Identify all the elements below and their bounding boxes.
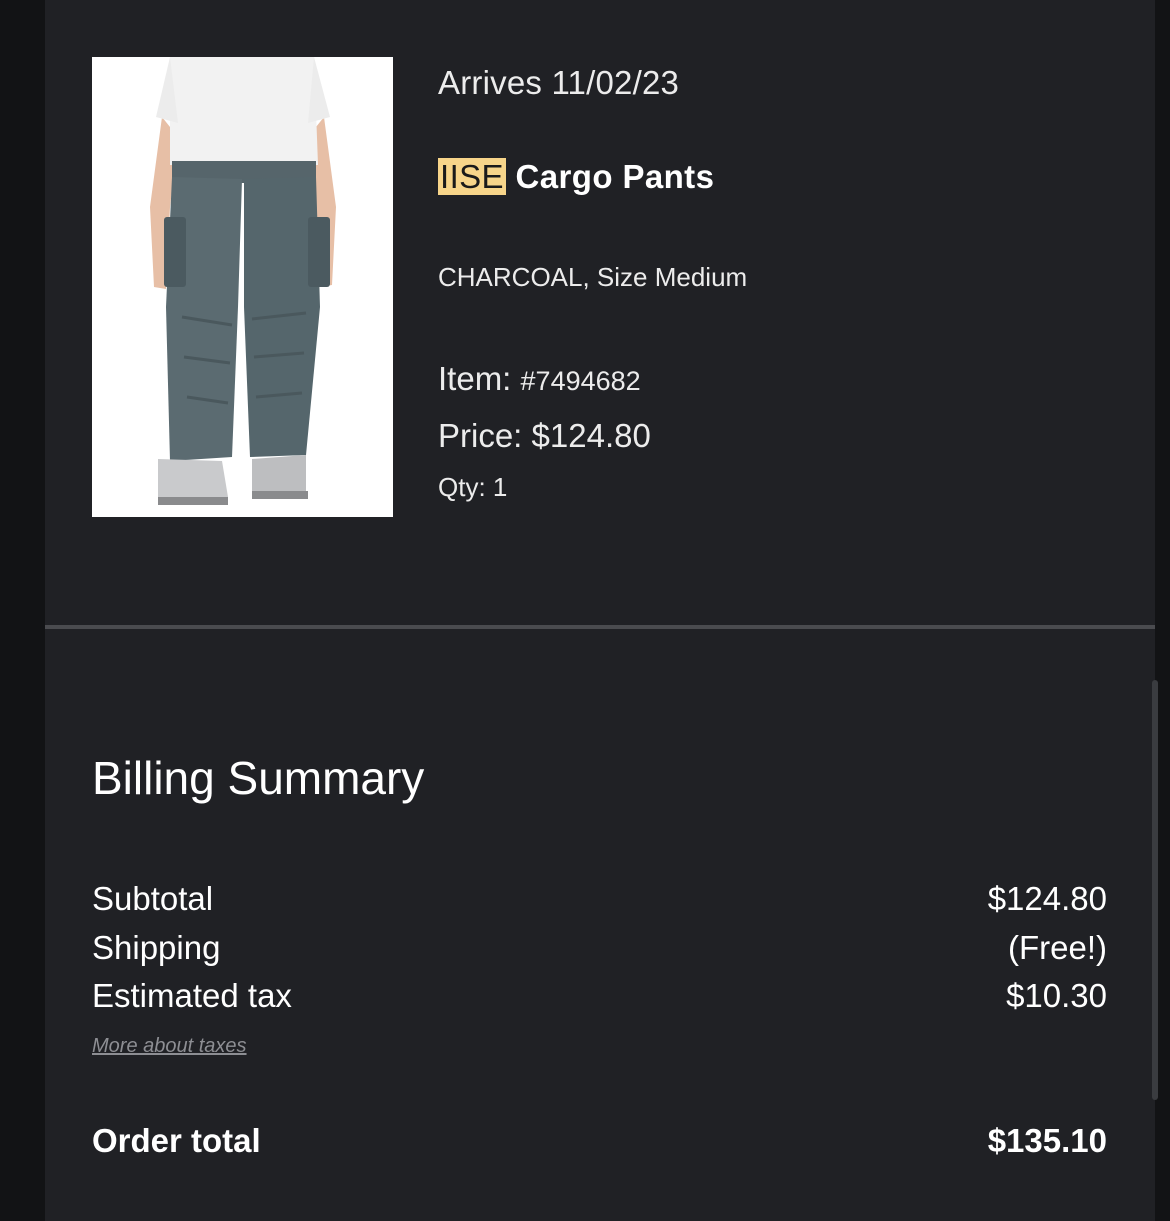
- product-title[interactable]: IISE Cargo Pants: [438, 158, 714, 196]
- price-line: Price: $124.80: [438, 417, 651, 455]
- brand-highlight: IISE: [438, 158, 506, 195]
- item-number: #7494682: [520, 366, 641, 396]
- price-value: $124.80: [531, 417, 651, 454]
- order-total-label: Order total: [92, 1122, 261, 1159]
- price-label: Price:: [438, 417, 523, 454]
- order-details-panel: Arrives 11/02/23 IISE Cargo Pants CHARCO…: [45, 0, 1155, 1221]
- estimated-tax-value: $10.30: [1006, 977, 1107, 1014]
- shipping-label: Shipping: [92, 929, 221, 966]
- cargo-pants-photo-icon: [92, 57, 393, 517]
- more-about-taxes-link[interactable]: More about taxes: [92, 1035, 247, 1058]
- billing-summary-title: Billing Summary: [92, 752, 425, 804]
- subtotal-label: Subtotal: [92, 880, 214, 917]
- shipping-value: (Free!): [1008, 929, 1107, 966]
- section-divider: [45, 625, 1155, 629]
- quantity: Qty: 1: [438, 472, 508, 502]
- order-total-value: $135.10: [987, 1122, 1107, 1159]
- item-label: Item:: [438, 360, 512, 397]
- product-name: Cargo Pants: [515, 158, 715, 195]
- subtotal-value: $124.80: [987, 880, 1107, 917]
- arrival-date: Arrives 11/02/23: [438, 64, 680, 101]
- left-gutter: [0, 0, 45, 1221]
- item-number-line: Item: #7494682: [438, 360, 641, 398]
- estimated-tax-label: Estimated tax: [92, 977, 292, 1014]
- product-variant: CHARCOAL, Size Medium: [438, 262, 748, 292]
- product-image[interactable]: [92, 57, 393, 517]
- scrollbar[interactable]: [1152, 680, 1158, 1100]
